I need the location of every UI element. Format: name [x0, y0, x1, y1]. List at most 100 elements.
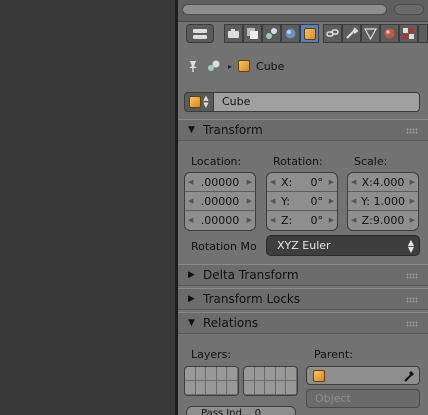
- expanded-triangle-icon: ▼: [188, 318, 195, 328]
- decrement-arrow-icon[interactable]: ◀: [188, 197, 193, 205]
- updown-icon: ▲ ▼: [203, 94, 209, 109]
- render-layers-icon: [247, 28, 258, 39]
- panel-body-transform: Location: Rotation: Scale: ◀ .00000 ▶ ◀ .00…: [178, 141, 428, 263]
- scale-label: Scale:: [354, 155, 388, 168]
- decrement-arrow-icon[interactable]: ◀: [270, 216, 275, 224]
- material-icon: [384, 28, 395, 39]
- panel-title: Transform Locks: [203, 292, 301, 306]
- header-scrollbar-end[interactable]: [394, 4, 424, 15]
- increment-arrow-icon[interactable]: ▶: [247, 178, 252, 186]
- rotation-mode-dropdown[interactable]: XYZ Euler ▲ ▼: [266, 235, 420, 256]
- tab-particles[interactable]: [418, 24, 428, 43]
- layers-grid-right[interactable]: [243, 366, 298, 396]
- cube-icon: [189, 96, 202, 108]
- breadcrumb: ▸ Cube: [186, 56, 284, 76]
- editor-type-button[interactable]: [186, 24, 214, 43]
- texture-icon: [403, 28, 414, 39]
- location-x-field[interactable]: ◀ .00000 ▶: [185, 173, 255, 192]
- increment-arrow-icon[interactable]: ▶: [329, 197, 334, 205]
- updown-icon: ▲ ▼: [407, 237, 414, 254]
- context-tabs: [178, 22, 428, 46]
- tab-scene[interactable]: [262, 24, 281, 43]
- increment-arrow-icon[interactable]: ▶: [410, 178, 415, 186]
- cube-icon: [313, 370, 325, 382]
- location-fields: ◀ .00000 ▶ ◀ .00000 ▶ ◀ .00000 ▶: [184, 172, 256, 231]
- increment-arrow-icon[interactable]: ▶: [329, 178, 334, 186]
- rotation-x-field[interactable]: ◀ X: 0° ▶: [267, 173, 337, 192]
- editor-type-icon: [193, 28, 207, 39]
- tab-constraints[interactable]: [323, 24, 342, 43]
- decrement-arrow-icon[interactable]: ◀: [188, 216, 193, 224]
- expanded-triangle-icon: ▼: [188, 125, 195, 135]
- location-label: Location:: [191, 155, 242, 168]
- location-z-field[interactable]: ◀ .00000 ▶: [185, 211, 255, 230]
- decrement-arrow-icon[interactable]: ◀: [351, 216, 356, 224]
- drag-grip-icon[interactable]: [406, 128, 418, 134]
- object-name-field: ▲ ▼ Cube: [184, 92, 420, 112]
- layers-label: Layers:: [191, 348, 232, 361]
- breadcrumb-object-name: Cube: [256, 59, 285, 73]
- scene-icon: [266, 28, 277, 39]
- tab-object[interactable]: [300, 24, 319, 43]
- layers-grid-left[interactable]: [184, 366, 239, 396]
- rotation-mode-label: Rotation Mo: [191, 240, 257, 253]
- pin-icon[interactable]: [186, 59, 200, 73]
- rotation-fields: ◀ X: 0° ▶ ◀ Y: 0° ▶ ◀ Z: 0° ▶: [266, 172, 338, 231]
- decrement-arrow-icon[interactable]: ◀: [351, 178, 356, 186]
- decrement-arrow-icon[interactable]: ◀: [351, 197, 356, 205]
- cube-icon: [238, 60, 251, 72]
- increment-arrow-icon[interactable]: ▶: [410, 216, 415, 224]
- pass-index-field[interactable]: Pass Ind... 0: [186, 406, 296, 415]
- scale-y-field[interactable]: ◀ Y: 1.000 ▶: [348, 192, 418, 211]
- tab-data[interactable]: [361, 24, 380, 43]
- parent-type-dropdown[interactable]: Object: [306, 389, 420, 408]
- decrement-arrow-icon[interactable]: ◀: [270, 197, 275, 205]
- 3d-viewport[interactable]: [0, 0, 175, 415]
- parent-label: Parent:: [314, 348, 353, 361]
- rotation-mode-value: XYZ Euler: [277, 239, 331, 252]
- wrench-icon: [346, 27, 358, 39]
- tab-texture[interactable]: [399, 24, 418, 43]
- panel-header-delta-transform[interactable]: ▶ Delta Transform: [178, 264, 428, 286]
- parent-field[interactable]: [306, 366, 420, 385]
- world-icon: [285, 28, 296, 39]
- properties-editor: ▸ Cube ▲ ▼ Cube ▼ Transform Location: Rot…: [178, 0, 428, 415]
- drag-grip-icon[interactable]: [406, 321, 418, 327]
- increment-arrow-icon[interactable]: ▶: [329, 216, 334, 224]
- scale-fields: ◀ X:4.000 ▶ ◀ Y: 1.000 ▶ ◀ Z:9.000 ▶: [347, 172, 419, 231]
- tab-modifiers[interactable]: [342, 24, 361, 43]
- header-scrollbar[interactable]: [182, 4, 387, 15]
- object-browse-button[interactable]: ▲ ▼: [184, 92, 214, 112]
- increment-arrow-icon[interactable]: ▶: [410, 197, 415, 205]
- rotation-label: Rotation:: [273, 155, 323, 168]
- location-y-field[interactable]: ◀ .00000 ▶: [185, 192, 255, 211]
- drag-grip-icon[interactable]: [406, 297, 418, 303]
- rotation-y-field[interactable]: ◀ Y: 0° ▶: [267, 192, 337, 211]
- scale-z-field[interactable]: ◀ Z:9.000 ▶: [348, 211, 418, 230]
- tab-render-layers[interactable]: [243, 24, 262, 43]
- scale-x-field[interactable]: ◀ X:4.000 ▶: [348, 173, 418, 192]
- object-name-input[interactable]: Cube: [214, 92, 420, 112]
- tab-material[interactable]: [380, 24, 399, 43]
- cube-icon: [303, 27, 316, 40]
- camera-icon: [228, 29, 239, 38]
- increment-arrow-icon[interactable]: ▶: [247, 216, 252, 224]
- panel-header-relations[interactable]: ▼ Relations: [178, 312, 428, 334]
- tab-render[interactable]: [224, 24, 243, 43]
- collapsed-triangle-icon: ▶: [188, 270, 195, 280]
- eyedropper-icon[interactable]: [402, 369, 416, 383]
- chain-icon: [326, 29, 339, 37]
- tab-world[interactable]: [281, 24, 300, 43]
- mesh-data-icon: [364, 28, 377, 40]
- rotation-z-field[interactable]: ◀ Z: 0° ▶: [267, 211, 337, 230]
- panel-title: Delta Transform: [203, 268, 299, 282]
- panel-header-transform[interactable]: ▼ Transform: [178, 119, 428, 141]
- panel-title: Relations: [203, 316, 259, 330]
- scene-objects-icon: [208, 60, 220, 71]
- header-strip: [178, 0, 428, 22]
- panel-header-transform-locks[interactable]: ▶ Transform Locks: [178, 288, 428, 310]
- drag-grip-icon[interactable]: [406, 273, 418, 279]
- decrement-arrow-icon[interactable]: ◀: [188, 178, 193, 186]
- decrement-arrow-icon[interactable]: ◀: [270, 178, 275, 186]
- increment-arrow-icon[interactable]: ▶: [247, 197, 252, 205]
